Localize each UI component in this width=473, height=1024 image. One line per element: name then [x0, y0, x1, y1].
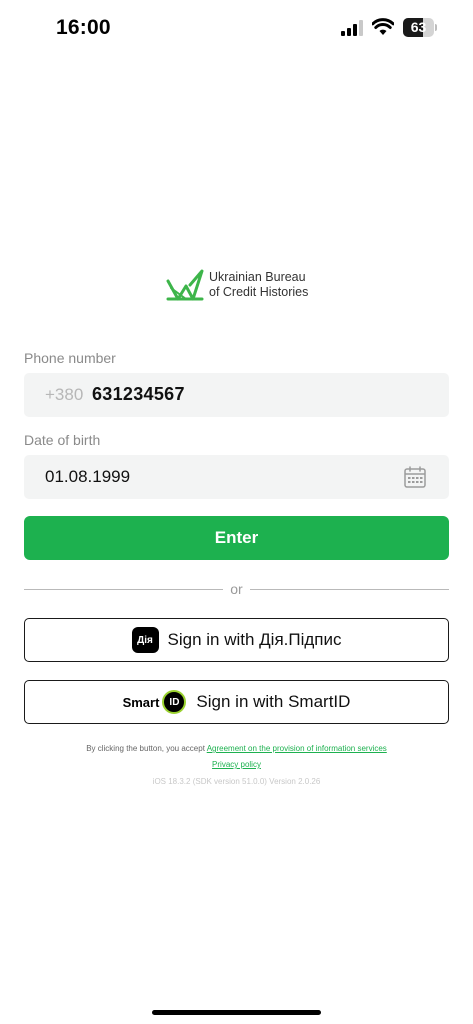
phone-prefix: +380: [45, 385, 84, 404]
phone-label: Phone number: [24, 350, 116, 366]
status-time: 16:00: [56, 16, 111, 39]
home-indicator[interactable]: [152, 1010, 321, 1015]
logo-line-1: Ukrainian Bureau: [209, 270, 306, 284]
enter-button[interactable]: Enter: [24, 516, 449, 560]
sign-in-diia-button[interactable]: Дія Sign in with Дія.Підпис: [24, 618, 449, 662]
smartid-badge: ID: [162, 690, 187, 714]
wifi-icon: [372, 18, 394, 35]
agreement-link[interactable]: Agreement on the provision of informatio…: [207, 744, 387, 753]
legal-prefix: By clicking the button, you accept: [86, 744, 207, 753]
legal-text: By clicking the button, you accept Agree…: [0, 744, 473, 753]
bureau-logo: Ukrainian Bureau of Credit Histories: [166, 267, 326, 303]
privacy-policy-link[interactable]: Privacy policy: [212, 760, 261, 769]
smartid-label: Sign in with SmartID: [196, 692, 351, 711]
battery-icon: 63: [403, 18, 437, 37]
smartid-icon: Smart ID: [123, 690, 187, 714]
dob-input[interactable]: 01.08.1999: [45, 467, 130, 487]
diia-icon: Дія: [131, 627, 159, 653]
status-bar: 16:00 63: [0, 0, 473, 56]
smartid-brand: Smart: [122, 694, 160, 710]
logo-line-2: of Credit Histories: [209, 285, 309, 299]
privacy-row: Privacy policy: [0, 760, 473, 769]
version-text: iOS 18.3.2 (SDK version 51.0.0) Version …: [152, 777, 321, 786]
calendar-icon[interactable]: [403, 465, 427, 489]
diia-label: Sign in with Дія.Підпис: [167, 630, 342, 649]
sign-in-smartid-button[interactable]: Smart ID Sign in with SmartID: [24, 680, 449, 724]
battery-level: 63: [410, 19, 427, 35]
logo-mark-icon: [166, 269, 204, 301]
dob-label: Date of birth: [24, 432, 101, 448]
dob-field[interactable]: 01.08.1999: [24, 455, 449, 499]
logo-text: Ukrainian Bureau of Credit Histories: [209, 270, 308, 300]
divider-right: [250, 589, 449, 590]
phone-input[interactable]: 631234567: [92, 384, 185, 405]
signal-icon: [341, 20, 363, 36]
phone-field[interactable]: +380 631234567: [24, 373, 449, 417]
